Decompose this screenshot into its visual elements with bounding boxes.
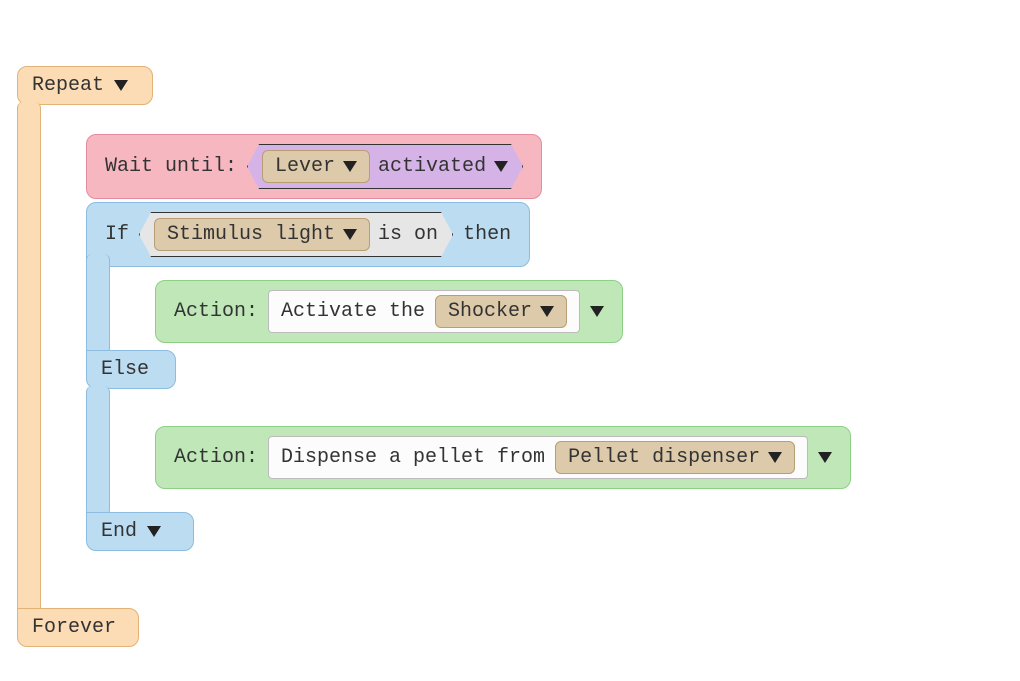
- else-label: Else: [101, 358, 149, 381]
- chevron-down-icon: [343, 161, 357, 172]
- if-else-vertical-bar: [86, 386, 110, 516]
- repeat-label: Repeat: [32, 74, 104, 97]
- chevron-down-icon: [343, 229, 357, 240]
- action-then-target: Shocker: [448, 300, 532, 323]
- chevron-down-icon: [540, 306, 554, 317]
- else-block[interactable]: Else: [86, 350, 176, 389]
- action-else-target-dropdown[interactable]: Pellet dispenser: [555, 441, 795, 474]
- action-else-target: Pellet dispenser: [568, 446, 760, 469]
- action-prefix: Action:: [174, 300, 258, 323]
- wait-state-label: activated: [378, 155, 486, 178]
- action-else-block[interactable]: Action: Dispense a pellet from Pellet di…: [155, 426, 851, 489]
- if-then-vertical-bar: [86, 254, 110, 354]
- if-cond-label: is on: [378, 223, 438, 246]
- action-then-target-dropdown[interactable]: Shocker: [435, 295, 567, 328]
- wait-object-label: Lever: [275, 155, 335, 178]
- chevron-down-icon[interactable]: [114, 80, 128, 91]
- if-block-header[interactable]: If Stimulus light is on then: [86, 202, 530, 267]
- action-then-phrase: Activate the: [281, 300, 425, 323]
- chevron-down-icon: [768, 452, 782, 463]
- action-else-phrase: Dispense a pellet from: [281, 446, 545, 469]
- if-object-dropdown[interactable]: Stimulus light: [154, 218, 370, 251]
- wait-prefix: Wait until:: [105, 155, 237, 178]
- chevron-down-icon[interactable]: [147, 526, 161, 537]
- chevron-down-icon[interactable]: [818, 452, 832, 463]
- wait-until-block[interactable]: Wait until: Lever activated: [86, 134, 542, 199]
- if-keyword: If: [105, 223, 129, 246]
- block-canvas: Repeat Forever Wait until: Lever activat…: [0, 0, 1020, 681]
- action-prefix: Action:: [174, 446, 258, 469]
- chevron-down-icon[interactable]: [590, 306, 604, 317]
- end-label: End: [101, 520, 137, 543]
- chevron-down-icon[interactable]: [494, 161, 508, 172]
- if-object-label: Stimulus light: [167, 223, 335, 246]
- if-condition-hex: Stimulus light is on: [139, 212, 453, 257]
- repeat-block-footer[interactable]: Forever: [17, 608, 139, 647]
- repeat-block-header[interactable]: Repeat: [17, 66, 153, 105]
- repeat-vertical-bar: [17, 102, 41, 614]
- action-then-body: Activate the Shocker: [268, 290, 580, 333]
- forever-label: Forever: [32, 616, 116, 639]
- end-block[interactable]: End: [86, 512, 194, 551]
- action-else-body: Dispense a pellet from Pellet dispenser: [268, 436, 808, 479]
- wait-condition-hex: Lever activated: [247, 144, 523, 189]
- wait-object-dropdown[interactable]: Lever: [262, 150, 370, 183]
- action-then-block[interactable]: Action: Activate the Shocker: [155, 280, 623, 343]
- if-then: then: [463, 223, 511, 246]
